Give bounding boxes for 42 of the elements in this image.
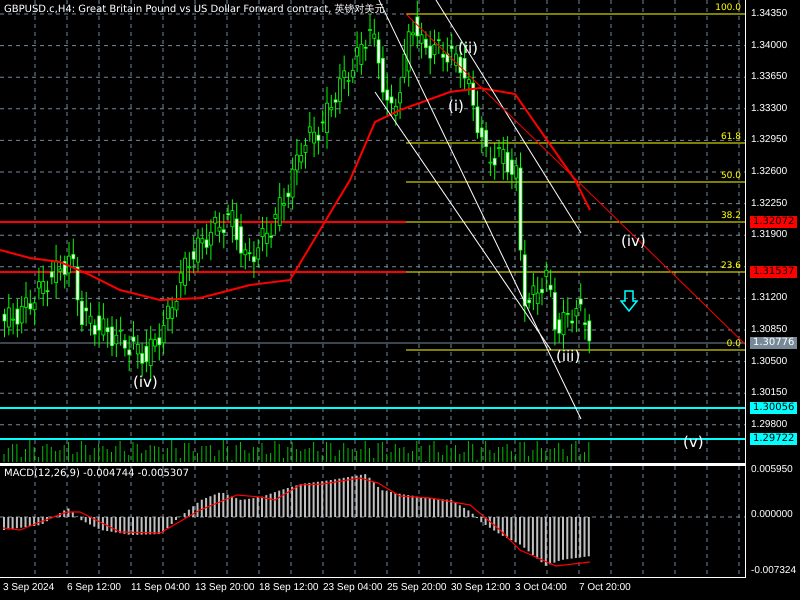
time-axis-label: 6 Sep 12:00 <box>67 582 121 593</box>
price-axis-label: 1.30150 <box>751 387 788 400</box>
price-axis-label: 1.34350 <box>751 8 788 20</box>
time-axis-label: 30 Sep 12:00 <box>451 582 510 593</box>
time-axis-label: 7 Oct 20:00 <box>579 582 631 593</box>
price-tag: 1.30776 <box>750 337 798 349</box>
down-arrow-icon <box>620 290 638 312</box>
fibonacci-level-label: 61.8 <box>720 132 741 142</box>
price-axis-label: 1.31900 <box>751 229 788 242</box>
price-axis-label: 1.30850 <box>751 324 788 336</box>
time-axis-label: 3 Oct 04:00 <box>515 582 567 593</box>
fibonacci-level-label: 23.6 <box>720 261 741 271</box>
price-axis-label: 1.29800 <box>751 418 788 431</box>
price-axis-label: 1.30500 <box>751 356 788 368</box>
macd-axis-label: -0.007324 <box>751 565 796 577</box>
price-axis-label: 1.34000 <box>751 40 788 52</box>
time-axis-label: 13 Sep 20:00 <box>195 582 254 593</box>
price-axis-label: 1.32950 <box>751 134 788 146</box>
price-tag: 1.32072 <box>750 216 798 228</box>
macd-axis-label: 0.005950 <box>751 464 793 476</box>
price-tag: 1.29722 <box>750 433 798 445</box>
price-tag: 1.31537 <box>750 266 798 278</box>
wave-label: (i) <box>448 98 464 114</box>
fibonacci-level-label: 100.0 <box>715 3 741 13</box>
time-axis-label: 18 Sep 12:00 <box>259 582 318 593</box>
price-axis-label: 1.32250 <box>751 198 788 210</box>
price-axis-label: 1.31200 <box>751 292 788 304</box>
time-axis-label: 25 Sep 20:00 <box>387 582 446 593</box>
price-tag: 1.30056 <box>750 402 798 414</box>
price-axis-label: 1.33650 <box>751 71 788 84</box>
wave-label: (iv) <box>133 374 158 390</box>
chart-title: GBPUSD.c,H4: Great Britain Pound vs US Dollar Forward contract, 英镑对美元 <box>4 2 385 16</box>
fibonacci-level-label: 38.2 <box>720 211 741 221</box>
time-axis-label: 3 Sep 2024 <box>3 582 54 593</box>
fibonacci-level-label: 50.0 <box>720 171 741 181</box>
time-axis-label: 23 Sep 04:00 <box>323 582 382 593</box>
time-axis-label: 11 Sep 04:00 <box>131 582 190 593</box>
macd-title: MACD(12,26,9) -0.004744 -0.005307 <box>4 468 189 479</box>
wave-label: (iii) <box>556 348 580 364</box>
price-axis-label: 1.33300 <box>751 102 788 115</box>
macd-axis-label: 0.000000 <box>751 509 793 521</box>
price-axis-label: 1.32600 <box>751 166 788 178</box>
